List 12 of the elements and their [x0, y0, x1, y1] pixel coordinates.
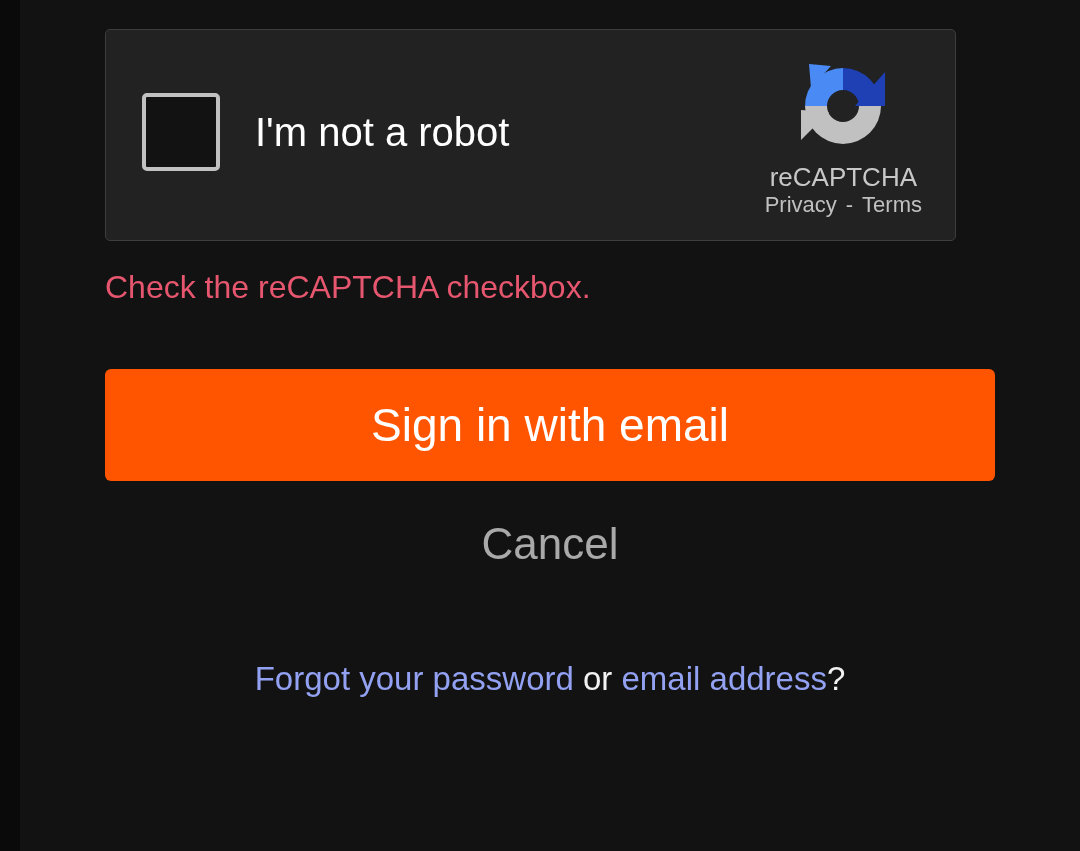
- error-message: Check the reCAPTCHA checkbox.: [105, 268, 592, 306]
- help-text: Forgot your password or email address?: [253, 659, 847, 699]
- circular-arrows-icon: [801, 62, 886, 146]
- brand-name: reCAPTCHA: [769, 163, 917, 191]
- help-link[interactable]: Forgot your password: [254, 660, 574, 697]
- checkbox-label: I'm not a robot: [255, 109, 510, 155]
- checkbox[interactable]: [142, 93, 220, 171]
- help-link[interactable]: email address: [621, 660, 827, 697]
- policy-link[interactable]: Privacy: [764, 192, 837, 218]
- policy-link[interactable]: Terms: [862, 192, 922, 218]
- link-separator: -: [845, 192, 854, 218]
- cancel-button[interactable]: Cancel: [473, 516, 627, 572]
